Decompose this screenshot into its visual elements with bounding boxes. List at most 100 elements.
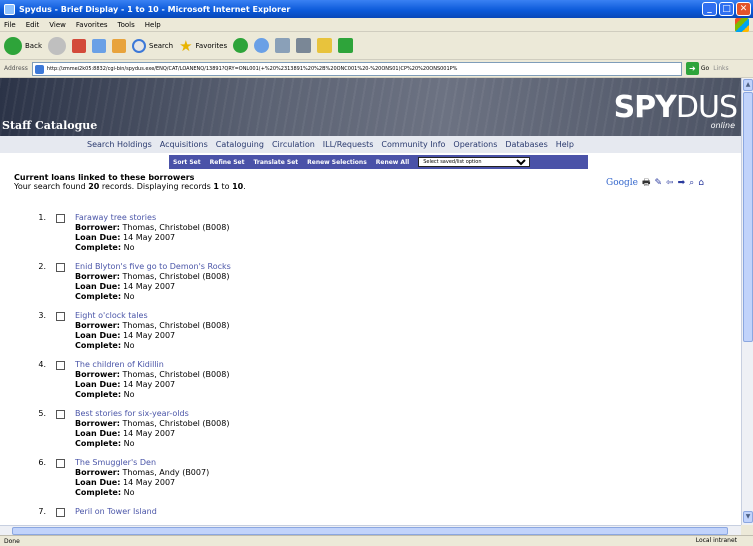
folder-icon[interactable] [317, 38, 333, 53]
vertical-scroll-thumb[interactable] [743, 92, 753, 342]
forward-button[interactable] [48, 36, 66, 55]
item-number: 5. [38, 409, 46, 418]
prev-arrow-icon[interactable]: ⇦ [666, 178, 674, 188]
item-checkbox[interactable] [56, 214, 65, 223]
renew-all-button[interactable]: Renew All [376, 159, 409, 166]
refresh-icon[interactable] [92, 38, 106, 53]
horizontal-scroll-thumb[interactable] [12, 527, 728, 535]
item-title-link[interactable]: Peril on Tower Island [75, 507, 157, 517]
go-button[interactable]: ➜ Go [685, 62, 710, 75]
pin-icon[interactable]: ✎ [655, 178, 663, 188]
nav-operations[interactable]: Operations [453, 140, 497, 149]
stop-icon[interactable] [72, 38, 86, 53]
close-button[interactable]: ✕ [736, 2, 751, 16]
window-controls: _ □ ✕ [702, 2, 751, 16]
scroll-up-icon[interactable]: ▲ [743, 79, 753, 91]
nav-circulation[interactable]: Circulation [272, 140, 315, 149]
loan-due-label: Loan Due: [75, 282, 121, 291]
results-header: Current loans linked to these borrowers … [14, 173, 246, 191]
home-icon[interactable] [112, 38, 126, 53]
item-checkbox[interactable] [56, 410, 65, 419]
summary-middle: records. Displaying records [99, 182, 214, 191]
item-checkbox[interactable] [56, 508, 65, 517]
item-loan-due: Loan Due: 14 May 2007 [75, 478, 209, 488]
minimize-button[interactable]: _ [702, 2, 717, 16]
maximize-button[interactable]: □ [719, 2, 734, 16]
results-list: 1. Faraway tree stories Borrower: Thomas… [28, 213, 528, 525]
next-arrow-icon[interactable]: ➡ [678, 178, 686, 188]
list-item: 4. The children of Kidillin Borrower: Th… [28, 360, 528, 409]
menu-edit[interactable]: Edit [26, 21, 40, 29]
address-bar: Address http://zmmei2k05:8832/cgi-bin/sp… [0, 60, 753, 78]
links-label[interactable]: Links [713, 65, 728, 72]
item-body: The children of Kidillin Borrower: Thoma… [75, 360, 229, 400]
refine-set-button[interactable]: Refine Set [210, 159, 245, 166]
item-number: 1. [38, 213, 46, 222]
favorites-button[interactable]: ★ Favorites [179, 37, 227, 55]
nav-cataloguing[interactable]: Cataloguing [216, 140, 264, 149]
magnify-icon[interactable]: ⌕ [689, 178, 694, 188]
item-title-link[interactable]: The children of Kidillin [75, 360, 229, 370]
item-title-link[interactable]: The Smuggler's Den [75, 458, 209, 468]
item-complete: Complete: No [75, 341, 229, 351]
loan-due-value: 14 May 2007 [122, 380, 176, 389]
print-icon[interactable] [275, 38, 291, 53]
address-label: Address [4, 65, 28, 72]
vertical-scrollbar[interactable]: ▲ ▼ [741, 78, 753, 525]
address-input[interactable]: http://zmmei2k05:8832/cgi-bin/spydus.exe… [31, 61, 682, 76]
item-loan-due: Loan Due: 14 May 2007 [75, 429, 229, 439]
item-borrower: Borrower: Thomas, Christobel (B008) [75, 272, 231, 282]
back-button[interactable]: Back [4, 36, 42, 55]
spydus-banner: Staff Catalogue SPYDUS online [0, 78, 741, 136]
search-button[interactable]: Search [132, 38, 174, 53]
menu-favorites[interactable]: Favorites [76, 21, 108, 29]
item-borrower: Borrower: Thomas, Christobel (B008) [75, 321, 229, 331]
nav-community-info[interactable]: Community Info [381, 140, 445, 149]
sort-set-button[interactable]: Sort Set [173, 159, 201, 166]
menu-help[interactable]: Help [145, 21, 161, 29]
item-borrower: Borrower: Thomas, Christobel (B008) [75, 419, 229, 429]
messenger-icon[interactable] [338, 38, 354, 53]
history-icon[interactable] [233, 38, 249, 53]
menu-file[interactable]: File [4, 21, 16, 29]
item-checkbox[interactable] [56, 459, 65, 468]
translate-set-button[interactable]: Translate Set [253, 159, 298, 166]
borrower-label: Borrower: [75, 223, 120, 232]
mail-icon[interactable] [254, 38, 270, 53]
item-checkbox[interactable] [56, 312, 65, 321]
complete-label: Complete: [75, 243, 122, 252]
back-label: Back [25, 41, 42, 50]
home-icon[interactable]: ⌂ [698, 178, 704, 188]
item-title-link[interactable]: Enid Blyton's five go to Demon's Rocks [75, 262, 231, 272]
nav-search-holdings[interactable]: Search Holdings [87, 140, 152, 149]
nav-acquisitions[interactable]: Acquisitions [160, 140, 208, 149]
item-title-link[interactable]: Faraway tree stories [75, 213, 229, 223]
menu-view[interactable]: View [49, 21, 66, 29]
nav-ill-requests[interactable]: ILL/Requests [323, 140, 374, 149]
item-checkbox[interactable] [56, 361, 65, 370]
item-title-link[interactable]: Eight o'clock tales [75, 311, 229, 321]
item-checkbox[interactable] [56, 263, 65, 272]
nav-databases[interactable]: Databases [505, 140, 547, 149]
complete-label: Complete: [75, 439, 122, 448]
saved-list-select[interactable]: Select saved/list option [418, 157, 531, 167]
star-icon: ★ [179, 36, 193, 55]
item-title-link[interactable]: Best stories for six-year-olds [75, 409, 229, 419]
edit-icon[interactable] [296, 38, 312, 53]
item-number: 6. [38, 458, 46, 467]
google-link[interactable]: Google [606, 178, 638, 188]
item-loan-due: Loan Due: 14 May 2007 [75, 282, 231, 292]
go-label: Go [700, 65, 710, 72]
list-item: 3. Eight o'clock tales Borrower: Thomas,… [28, 311, 528, 360]
renew-selections-button[interactable]: Renew Selections [307, 159, 367, 166]
browser-toolbar: Back Search ★ Favorites [0, 32, 753, 60]
horizontal-scrollbar[interactable] [0, 525, 741, 535]
complete-label: Complete: [75, 390, 122, 399]
page-viewport: Staff Catalogue SPYDUS online Search Hol… [0, 78, 741, 525]
scroll-down-icon[interactable]: ▼ [743, 511, 753, 523]
print-icon[interactable]: 🖶 [642, 175, 651, 191]
menu-tools[interactable]: Tools [118, 21, 135, 29]
search-label: Search [149, 41, 174, 50]
complete-value: No [123, 243, 135, 252]
nav-help[interactable]: Help [556, 140, 574, 149]
